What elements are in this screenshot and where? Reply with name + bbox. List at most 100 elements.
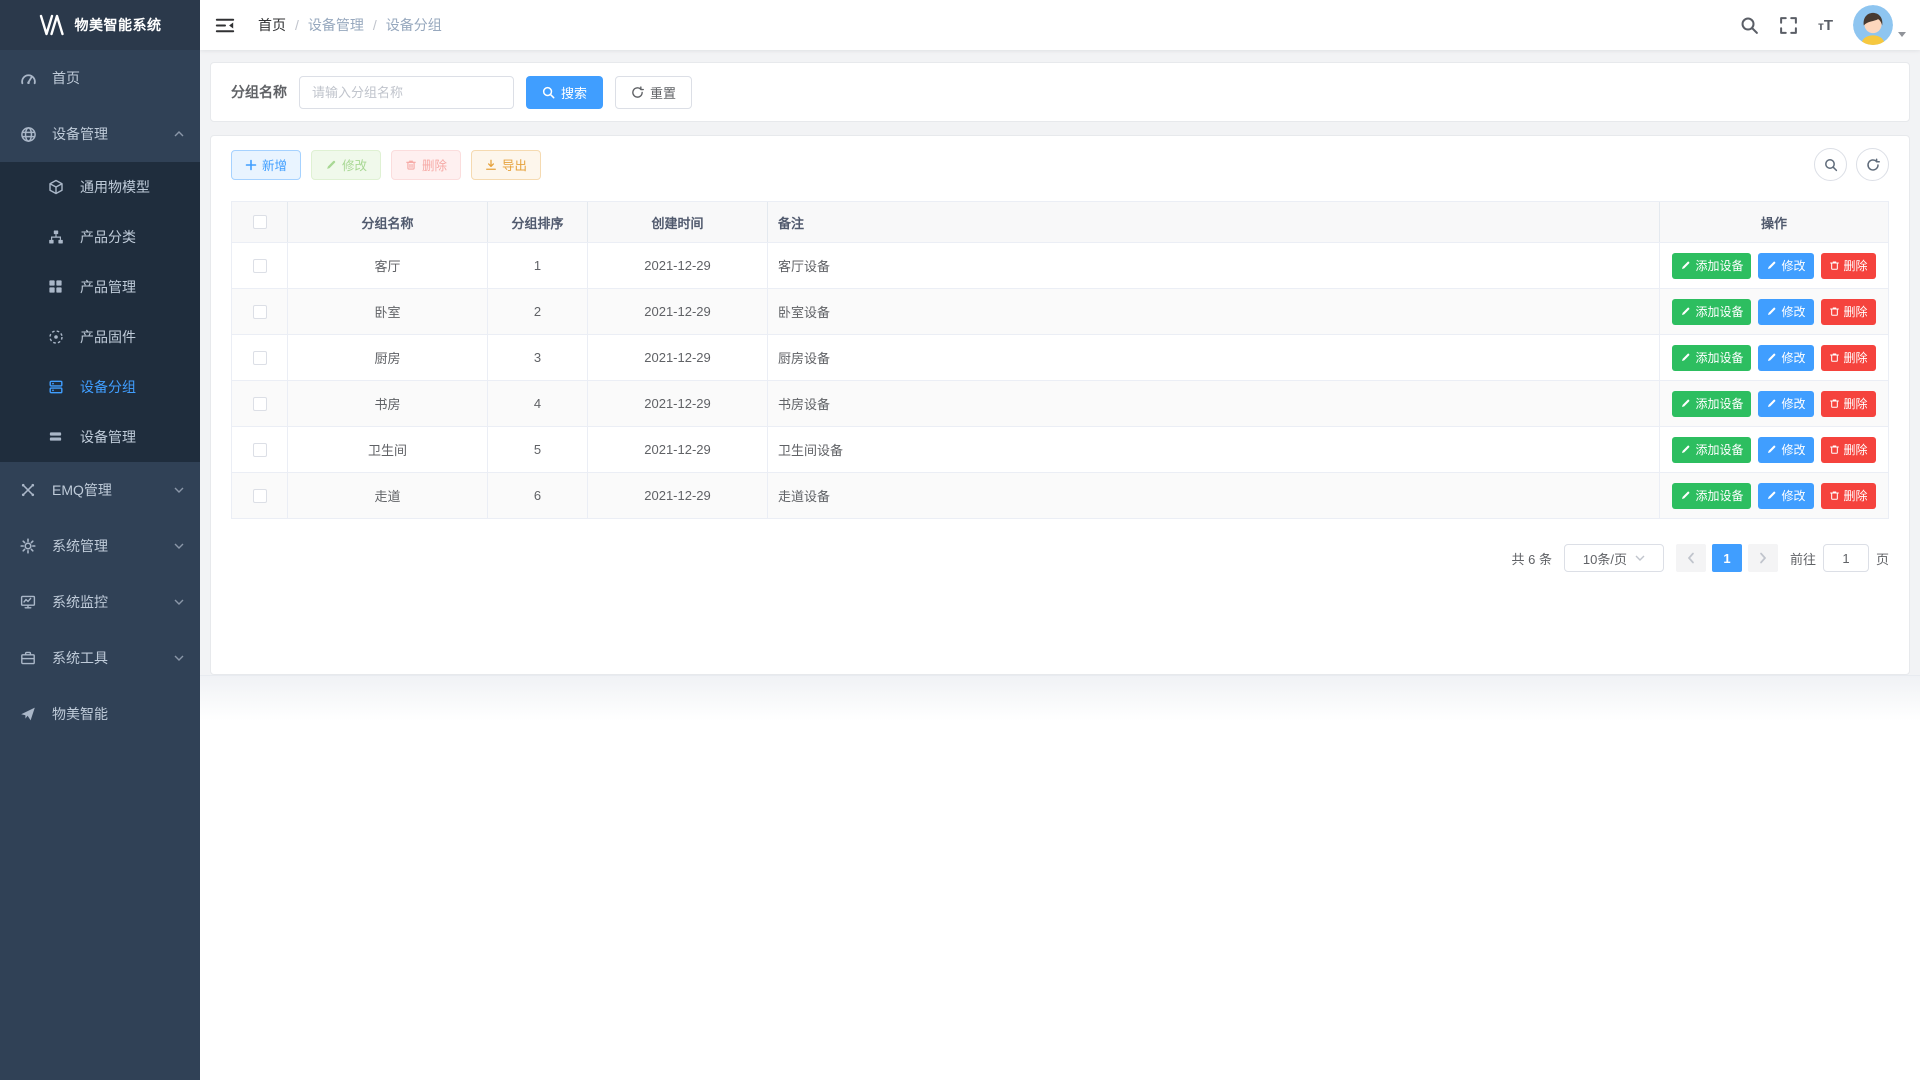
- sidebar-item-label: 物美智能: [52, 704, 108, 724]
- avatar[interactable]: [1853, 5, 1893, 45]
- edit-button-label: 修改: [342, 155, 367, 174]
- toolbox-icon: [20, 650, 37, 667]
- export-button[interactable]: 导出: [471, 150, 541, 180]
- search-icon[interactable]: [1740, 16, 1759, 35]
- search-button[interactable]: 搜索: [526, 76, 603, 109]
- sidebar-item-thing-model[interactable]: 通用物模型: [0, 162, 200, 212]
- row-delete-label: 删除: [1844, 487, 1868, 504]
- sidebar-item-label: 产品管理: [80, 277, 136, 297]
- pagination: 共 6 条 10条/页 1 前往 页: [231, 544, 1889, 572]
- row-edit-button[interactable]: 修改: [1758, 345, 1813, 371]
- page-number-1[interactable]: 1: [1712, 544, 1742, 572]
- page-size-select[interactable]: 10条/页: [1564, 544, 1664, 572]
- chevron-left-icon: [1687, 552, 1695, 564]
- row-checkbox[interactable]: [253, 305, 267, 319]
- add-device-button[interactable]: 添加设备: [1672, 345, 1751, 371]
- row-checkbox[interactable]: [253, 259, 267, 273]
- search-icon: [542, 86, 555, 99]
- chevron-down-icon: [174, 487, 184, 493]
- goto-page-input[interactable]: [1823, 544, 1869, 572]
- sidebar-item-product-category[interactable]: 产品分类: [0, 212, 200, 262]
- row-delete-button[interactable]: 删除: [1821, 345, 1876, 371]
- refresh-icon: [631, 86, 644, 99]
- fullscreen-icon[interactable]: [1779, 16, 1798, 35]
- row-checkbox[interactable]: [253, 443, 267, 457]
- chevron-down-icon: [1635, 555, 1645, 561]
- header-group-order: 分组排序: [488, 202, 588, 242]
- sidebar-item-system-tools[interactable]: 系统工具: [0, 630, 200, 686]
- content-bottom-divider: [200, 675, 1920, 745]
- edit-button[interactable]: 修改: [311, 150, 381, 180]
- row-delete-button[interactable]: 删除: [1821, 299, 1876, 325]
- add-device-button[interactable]: 添加设备: [1672, 391, 1751, 417]
- app-logo[interactable]: 物美智能系统: [0, 0, 200, 50]
- cell-ops: 添加设备 修改 删除: [1660, 427, 1888, 472]
- header-ops: 操作: [1660, 202, 1888, 242]
- page-size-value: 10条/页: [1583, 549, 1627, 568]
- row-edit-button[interactable]: 修改: [1758, 253, 1813, 279]
- goto-label: 前往: [1790, 549, 1816, 568]
- sidebar-item-emq-mgmt[interactable]: EMQ管理: [0, 462, 200, 518]
- next-page-button[interactable]: [1748, 544, 1778, 572]
- add-device-button[interactable]: 添加设备: [1672, 483, 1751, 509]
- user-menu[interactable]: [1853, 5, 1906, 45]
- row-checkbox[interactable]: [253, 489, 267, 503]
- delete-button-label: 删除: [422, 155, 447, 174]
- sidebar-item-product-firmware[interactable]: 产品固件: [0, 312, 200, 362]
- add-device-button[interactable]: 添加设备: [1672, 299, 1751, 325]
- row-edit-label: 修改: [1781, 257, 1805, 274]
- row-edit-button[interactable]: 修改: [1758, 391, 1813, 417]
- row-delete-label: 删除: [1844, 395, 1868, 412]
- select-all-checkbox[interactable]: [253, 215, 267, 229]
- navbar-actions: тT: [1740, 5, 1920, 45]
- export-button-label: 导出: [502, 155, 527, 174]
- show-search-toggle-button[interactable]: [1814, 148, 1847, 181]
- group-name-input[interactable]: [299, 76, 514, 109]
- total-count: 共 6 条: [1512, 549, 1552, 568]
- sidebar-item-device-group[interactable]: 设备分组: [0, 362, 200, 412]
- goto-unit: 页: [1876, 549, 1889, 568]
- main-content: 分组名称 搜索 重置 新增: [200, 50, 1920, 675]
- sidebar-item-device-mgmt[interactable]: 设备管理: [0, 106, 200, 162]
- row-edit-label: 修改: [1781, 441, 1805, 458]
- row-delete-button[interactable]: 删除: [1821, 483, 1876, 509]
- sidebar-item-label: 系统管理: [52, 536, 108, 556]
- row-delete-button[interactable]: 删除: [1821, 437, 1876, 463]
- add-device-button[interactable]: 添加设备: [1672, 437, 1751, 463]
- device-group-panel: 新增 修改 删除 导出: [210, 135, 1910, 675]
- sidebar-item-device-list[interactable]: 设备管理: [0, 412, 200, 462]
- row-delete-button[interactable]: 删除: [1821, 391, 1876, 417]
- delete-button[interactable]: 删除: [391, 150, 461, 180]
- chevron-down-icon: [174, 655, 184, 661]
- sidebar-item-label: 设备分组: [80, 377, 136, 397]
- cell-remark: 客厅设备: [768, 243, 1660, 288]
- cell-ops: 添加设备 修改 删除: [1660, 243, 1888, 288]
- font-size-icon[interactable]: тT: [1818, 18, 1833, 33]
- row-edit-button[interactable]: 修改: [1758, 437, 1813, 463]
- add-device-label: 添加设备: [1695, 257, 1743, 274]
- sidebar-item-home[interactable]: 首页: [0, 50, 200, 106]
- row-edit-button[interactable]: 修改: [1758, 483, 1813, 509]
- add-device-label: 添加设备: [1695, 395, 1743, 412]
- prev-page-button[interactable]: [1676, 544, 1706, 572]
- sidebar-toggle-icon[interactable]: [200, 0, 250, 50]
- add-button[interactable]: 新增: [231, 150, 301, 180]
- table-row: 书房 4 2021-12-29 书房设备 添加设备 修改 删除: [232, 381, 1888, 427]
- sidebar-item-label: 设备管理: [52, 124, 108, 144]
- device-group-table: 分组名称 分组排序 创建时间 备注 操作 客厅 1 2021-12-29 客厅设…: [231, 201, 1889, 519]
- cell-created: 2021-12-29: [588, 335, 768, 380]
- row-checkbox[interactable]: [253, 351, 267, 365]
- sidebar-item-system-mgmt[interactable]: 系统管理: [0, 518, 200, 574]
- add-device-button[interactable]: 添加设备: [1672, 253, 1751, 279]
- row-edit-button[interactable]: 修改: [1758, 299, 1813, 325]
- row-delete-button[interactable]: 删除: [1821, 253, 1876, 279]
- sidebar-item-system-monitor[interactable]: 系统监控: [0, 574, 200, 630]
- reset-button[interactable]: 重置: [615, 76, 692, 109]
- cell-created: 2021-12-29: [588, 427, 768, 472]
- sidebar-item-wumei-smart[interactable]: 物美智能: [0, 686, 200, 742]
- breadcrumb-home[interactable]: 首页: [258, 15, 286, 35]
- refresh-table-button[interactable]: [1856, 148, 1889, 181]
- row-checkbox[interactable]: [253, 397, 267, 411]
- sidebar-item-product-mgmt[interactable]: 产品管理: [0, 262, 200, 312]
- sidebar: 物美智能系统 首页 设备管理: [0, 0, 200, 1080]
